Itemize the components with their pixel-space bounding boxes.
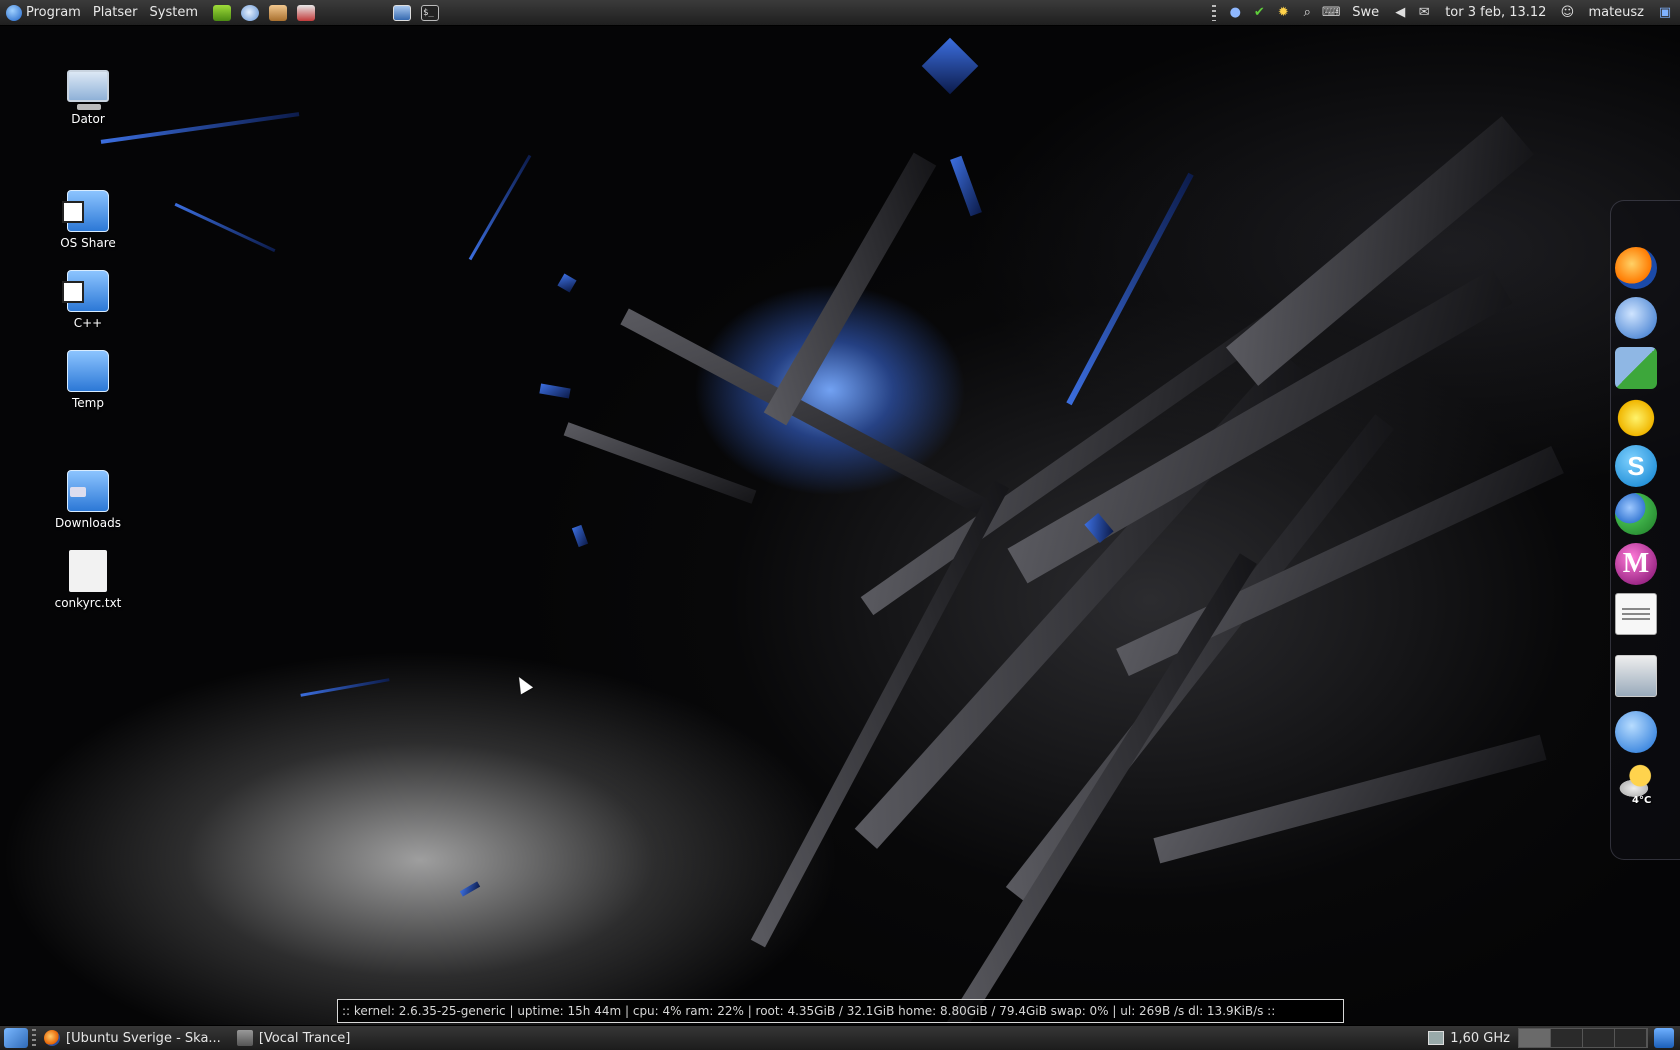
- desktop-icon-label: C++: [73, 316, 103, 330]
- gift-icon[interactable]: [294, 2, 318, 24]
- dock-empathy[interactable]: [1614, 492, 1658, 536]
- dock-m-app[interactable]: M: [1614, 542, 1658, 586]
- keyboard-layout[interactable]: Swe: [1346, 5, 1385, 20]
- pidgin-icon: [1615, 397, 1657, 439]
- dock-weather[interactable]: 4°C: [1614, 760, 1658, 806]
- shared-folder-icon: [62, 270, 109, 312]
- m-app-icon: M: [1615, 543, 1657, 585]
- downloads-folder-icon: [67, 470, 109, 512]
- workspace-switcher: [1518, 1028, 1648, 1048]
- update-ok-icon[interactable]: ✔: [1250, 4, 1268, 22]
- desktop-icon-os-share[interactable]: OS Share: [38, 190, 138, 250]
- system-tray: ● ✔ ✹ ⌕ ⌨ Swe ◀ ✉ tor 3 feb, 13.12 ☺ mat…: [1212, 0, 1680, 26]
- empathy-icon: [1615, 493, 1657, 535]
- cpu-frequency-monitor[interactable]: 1,60 GHz: [1420, 1031, 1518, 1046]
- skype-icon: S: [1615, 445, 1657, 487]
- writer-icon: [1615, 593, 1657, 635]
- weather-sun-icon[interactable]: ✹: [1274, 4, 1292, 22]
- dock-thunderbird[interactable]: [1614, 296, 1658, 340]
- skype-glyph: S: [1627, 450, 1645, 481]
- mail-icon[interactable]: ✉: [1415, 4, 1433, 22]
- desktop-icon-label: Downloads: [55, 516, 121, 530]
- weather-temp: 4°C: [1632, 795, 1652, 806]
- workspace-3[interactable]: [1583, 1029, 1615, 1047]
- taskbar-item-vocal-trance[interactable]: [Vocal Trance]: [233, 1027, 359, 1049]
- desktop-icon-dator[interactable]: Dator: [38, 66, 138, 126]
- top-panel: Program Platser System $_ ● ✔ ✹ ⌕ ⌨ Swe …: [0, 0, 1680, 26]
- thunderbird-icon: [1615, 297, 1657, 339]
- terminal-glyph: $_: [420, 4, 439, 21]
- pidgin-icon[interactable]: [238, 2, 262, 24]
- taskbar-item-label: [Vocal Trance]: [258, 1030, 351, 1046]
- keyboard-icon[interactable]: ⌨: [1322, 4, 1341, 22]
- desktop-icon-temp[interactable]: Temp: [38, 350, 138, 410]
- dock-skype[interactable]: S: [1614, 444, 1658, 488]
- dock: S M 4°C: [1600, 200, 1680, 860]
- dock-media-player[interactable]: [1614, 346, 1658, 390]
- terminal-icon[interactable]: $_: [418, 2, 442, 24]
- menu-system[interactable]: System: [144, 0, 204, 26]
- media-player-icon: [1615, 347, 1657, 389]
- dock-gimp[interactable]: [1614, 710, 1658, 754]
- firefox-icon: [44, 1030, 60, 1046]
- computer-icon: [67, 70, 109, 110]
- desktop-icon-downloads[interactable]: Downloads: [38, 470, 138, 530]
- cpu-chip-icon: [1428, 1031, 1445, 1045]
- trash-icon[interactable]: [1654, 1028, 1674, 1048]
- desktop-icon-cpp[interactable]: C++: [38, 270, 138, 330]
- volume-icon[interactable]: ◀: [1391, 4, 1409, 22]
- folder-icon: [67, 350, 109, 392]
- firefox-icon: [1615, 247, 1657, 289]
- workspace-2[interactable]: [1551, 1029, 1583, 1047]
- desktop-icon-label: Dator: [71, 112, 105, 126]
- main-menu-bar: Program Platser System: [0, 0, 204, 26]
- workspace-1[interactable]: [1519, 1029, 1551, 1047]
- search-icon[interactable]: ⌕: [1298, 4, 1316, 22]
- media-player-icon: [236, 1030, 253, 1046]
- conky-status-bar: :: kernel: 2.6.35-25-generic | uptime: 1…: [337, 999, 1344, 1023]
- desktop-wallpaper: [0, 26, 1680, 1022]
- desktop-icon-conkyrc[interactable]: conkyrc.txt: [38, 550, 138, 610]
- nvidia-icon[interactable]: [210, 2, 234, 24]
- dock-screenshot[interactable]: [1614, 654, 1658, 698]
- show-desktop-button[interactable]: [4, 1028, 28, 1048]
- menu-platser-label: Platser: [92, 5, 138, 20]
- screenshot-icon: [1615, 655, 1657, 697]
- user-status-icon[interactable]: ●: [1226, 4, 1244, 22]
- desktop-icon-label: OS Share: [60, 236, 116, 250]
- menu-system-label: System: [149, 5, 198, 20]
- desktop-icon-label: Temp: [72, 396, 104, 410]
- gimp-icon: [1615, 711, 1657, 753]
- menu-platser[interactable]: Platser: [87, 0, 144, 26]
- package-icon[interactable]: [266, 2, 290, 24]
- m-glyph: M: [1622, 548, 1650, 579]
- menu-program[interactable]: Program: [0, 0, 87, 26]
- bottom-panel: [Ubuntu Sverige - Ska... [Vocal Trance] …: [0, 1025, 1680, 1050]
- text-file-icon: [69, 550, 107, 592]
- desktop-icon-label: conkyrc.txt: [54, 596, 122, 610]
- dock-writer[interactable]: [1614, 592, 1658, 636]
- shared-folder-icon: [62, 190, 109, 232]
- clock[interactable]: tor 3 feb, 13.12: [1439, 5, 1552, 20]
- workspace-4[interactable]: [1615, 1029, 1647, 1047]
- ubuntu-logo-icon: [6, 4, 22, 21]
- taskbar-item-ubuntu-sverige[interactable]: [Ubuntu Sverige - Ska...: [40, 1027, 229, 1049]
- panel-separator: [32, 1029, 36, 1047]
- panel-launchers: $_: [208, 2, 444, 24]
- shutdown-icon[interactable]: ▣: [1656, 4, 1674, 22]
- dock-pidgin[interactable]: [1614, 396, 1658, 440]
- menu-program-label: Program: [26, 5, 81, 20]
- conky-text: :: kernel: 2.6.35-25-generic | uptime: 1…: [342, 1004, 1276, 1018]
- dock-firefox[interactable]: [1614, 246, 1658, 290]
- window-icon[interactable]: [390, 2, 414, 24]
- user-menu[interactable]: mateusz: [1582, 5, 1650, 20]
- taskbar-item-label: [Ubuntu Sverige - Ska...: [66, 1030, 221, 1046]
- cpu-frequency: 1,60 GHz: [1450, 1030, 1510, 1046]
- tray-handle: [1212, 4, 1217, 21]
- user-icon: ☺: [1560, 5, 1575, 20]
